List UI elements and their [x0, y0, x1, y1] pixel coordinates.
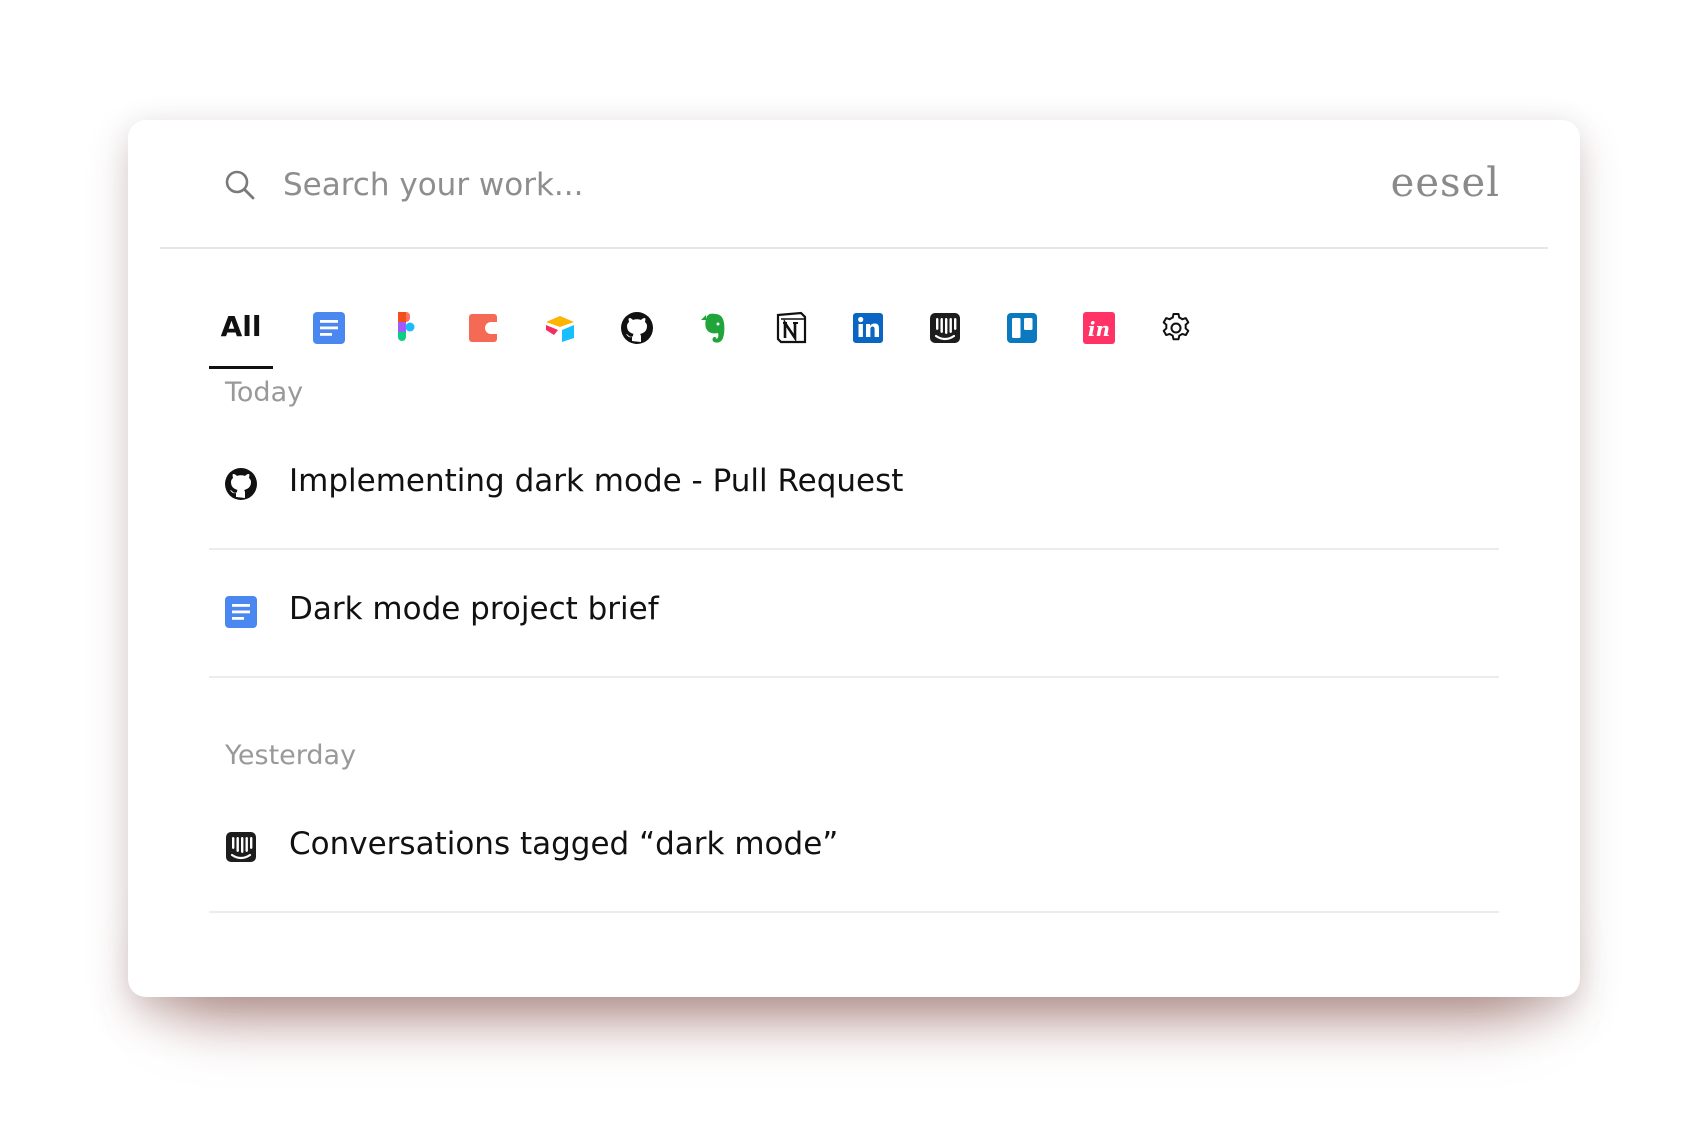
search-bar: eesel [128, 120, 1580, 248]
intercom-icon [224, 830, 258, 864]
search-panel: eesel All [128, 120, 1580, 997]
result-title: Dark mode project brief [289, 591, 659, 627]
github-icon [224, 467, 258, 501]
search-divider [160, 247, 1548, 249]
github-icon[interactable] [620, 311, 654, 345]
linkedin-icon[interactable] [851, 311, 885, 345]
section-label-yesterday: Yesterday [225, 740, 357, 771]
source-filter-tabs: All in [209, 290, 1409, 370]
search-icon [223, 168, 257, 202]
google-docs-icon [224, 595, 258, 629]
search-input[interactable] [283, 160, 1183, 210]
brand-logo: eesel [1390, 160, 1500, 206]
airtable-icon[interactable] [543, 311, 577, 345]
result-item-conversations[interactable]: Conversations tagged “dark mode” [209, 783, 1499, 913]
section-label-today: Today [225, 377, 304, 408]
result-item-pull-request[interactable]: Implementing dark mode - Pull Request [209, 420, 1499, 550]
settings-gear-icon[interactable] [1159, 311, 1193, 345]
evernote-icon[interactable] [697, 311, 731, 345]
google-docs-icon[interactable] [312, 311, 346, 345]
intercom-icon[interactable] [928, 311, 962, 345]
result-title: Conversations tagged “dark mode” [289, 826, 839, 862]
figma-icon[interactable] [389, 311, 423, 345]
trello-icon[interactable] [1005, 311, 1039, 345]
notion-icon[interactable] [774, 311, 808, 345]
invision-icon[interactable]: in [1082, 311, 1116, 345]
result-item-project-brief[interactable]: Dark mode project brief [209, 548, 1499, 678]
coda-icon[interactable] [466, 311, 500, 345]
svg-text:in: in [1088, 317, 1110, 341]
result-title: Implementing dark mode - Pull Request [289, 463, 904, 499]
tab-all[interactable]: All [209, 290, 273, 369]
